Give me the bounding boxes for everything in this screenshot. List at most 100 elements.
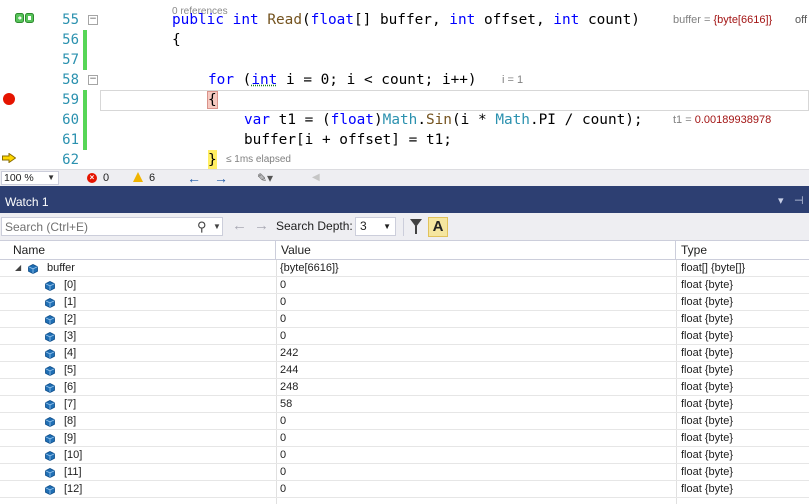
watch-name-cell[interactable]: [10]: [0, 447, 276, 464]
watch-type-cell: float {byte}: [681, 449, 733, 461]
chevron-down-icon[interactable]: ▼: [213, 219, 221, 234]
code-text[interactable]: {: [172, 30, 181, 50]
watch-value-cell[interactable]: 0: [280, 311, 674, 328]
search-next-icon[interactable]: →: [254, 217, 269, 235]
pin-icon[interactable]: ⊣: [794, 193, 804, 209]
watch-value-cell[interactable]: 0: [280, 413, 674, 430]
table-row[interactable]: [7] 58 float {byte}: [0, 396, 809, 413]
navigate-forward-icon[interactable]: →: [214, 170, 228, 186]
watch-search-box[interactable]: ⚲ ▼: [1, 217, 223, 236]
datatip-buffer[interactable]: buffer = {byte[6616]}: [673, 10, 772, 30]
hexadecimal-display-button[interactable]: A: [428, 217, 448, 237]
scroll-left-icon[interactable]: ◀: [312, 170, 320, 186]
code-text[interactable]: buffer[i + offset] = t1;: [244, 130, 452, 150]
watch-value-cell[interactable]: 244: [280, 362, 674, 379]
perf-tip-elapsed[interactable]: ≤ 1ms elapsed: [226, 150, 291, 169]
search-depth-select[interactable]: 3 ▼: [355, 217, 396, 236]
watch-value-cell[interactable]: {byte[6616]}: [280, 260, 674, 277]
table-row[interactable]: [8] 0 float {byte}: [0, 413, 809, 430]
table-row[interactable]: [11] 0 float {byte}: [0, 464, 809, 481]
watch-name-cell[interactable]: [11]: [0, 464, 276, 481]
search-previous-icon[interactable]: ←: [232, 217, 247, 235]
watch-value-cell[interactable]: 0: [280, 328, 674, 345]
watch-name-cell[interactable]: [9]: [0, 430, 276, 447]
watch-value-cell[interactable]: 0: [280, 430, 674, 447]
datatip-t1[interactable]: t1 = 0.00189938978: [673, 110, 771, 130]
watch-value-cell[interactable]: 0: [280, 277, 674, 294]
table-row[interactable]: [4] 242 float {byte}: [0, 345, 809, 362]
code-line-61[interactable]: 61 buffer[i + offset] = t1;: [0, 130, 809, 150]
error-count[interactable]: 0: [103, 171, 109, 185]
code-line-60[interactable]: 60 var t1 = (float)Math.Sin(i * Math.PI …: [0, 110, 809, 130]
table-row[interactable]: [0] 0 float {byte}: [0, 277, 809, 294]
watch-grid[interactable]: Name Value Type ◢ buffer {byte[6616]} float…: [0, 241, 809, 504]
datatip-i[interactable]: i = 1: [502, 70, 523, 90]
code-line-59[interactable]: 59 {: [0, 90, 809, 110]
instruction-pointer-icon[interactable]: [2, 153, 16, 163]
watch-name-cell[interactable]: ◢ buffer: [0, 260, 276, 277]
table-row[interactable]: [12] 0 float {byte}: [0, 481, 809, 498]
watch-value-cell[interactable]: 58: [280, 396, 674, 413]
watch-name-cell[interactable]: [6]: [0, 379, 276, 396]
collapse-icon[interactable]: −: [88, 75, 98, 85]
table-row[interactable]: [1] 0 float {byte}: [0, 294, 809, 311]
error-icon[interactable]: ×: [87, 173, 97, 183]
breakpoint-icon[interactable]: [3, 93, 15, 105]
code-text[interactable]: for (int i = 0; i < count; i++): [208, 70, 477, 90]
collapse-icon[interactable]: −: [88, 15, 98, 25]
warning-count[interactable]: 6: [149, 171, 155, 185]
code-line-55[interactable]: 0 references 55 − public int Read(float[…: [0, 6, 809, 30]
watch-window-title: Watch 1: [5, 195, 49, 209]
table-row[interactable]: [5] 244 float {byte}: [0, 362, 809, 379]
column-header-type[interactable]: Type: [676, 241, 809, 260]
watch-name-cell[interactable]: [1]: [0, 294, 276, 311]
table-row[interactable]: [3] 0 float {byte}: [0, 328, 809, 345]
watch-name-cell[interactable]: [3]: [0, 328, 276, 345]
search-input[interactable]: [5, 219, 185, 234]
code-text[interactable]: var t1 = (float)Math.Sin(i * Math.PI / c…: [244, 110, 643, 130]
datatip-offset-truncated[interactable]: off: [795, 10, 807, 30]
watch-value-cell[interactable]: 248: [280, 379, 674, 396]
column-header-value[interactable]: Value: [276, 241, 676, 260]
table-row[interactable]: ◢ buffer {byte[6616]} float[] {byte[]}: [0, 260, 809, 277]
watch-name-cell[interactable]: [2]: [0, 311, 276, 328]
filter-icon[interactable]: [410, 219, 422, 234]
code-text[interactable]: {: [207, 90, 218, 110]
code-line-57[interactable]: 57: [0, 50, 809, 70]
expand-collapse-icon[interactable]: ◢: [15, 261, 21, 275]
zoom-select[interactable]: 100 % ▼: [1, 171, 59, 185]
column-header-name[interactable]: Name: [8, 241, 276, 260]
watch-name-cell[interactable]: [0]: [0, 277, 276, 294]
code-line-58[interactable]: 58 − for (int i = 0; i < count; i++) i =…: [0, 70, 809, 90]
watch-value-cell[interactable]: 0: [280, 447, 674, 464]
code-line-62[interactable]: 62 } ≤ 1ms elapsed: [0, 150, 809, 169]
watch-value-cell[interactable]: 0: [280, 464, 674, 481]
watch-value-cell[interactable]: 0: [280, 294, 674, 311]
code-cleanup-icon[interactable]: ✎▾: [257, 170, 273, 186]
table-row[interactable]: [9] 0 float {byte}: [0, 430, 809, 447]
table-row[interactable]: [6] 248 float {byte}: [0, 379, 809, 396]
code-editor[interactable]: 0 references 55 − public int Read(float[…: [0, 0, 809, 169]
variable-name: [8]: [64, 415, 77, 427]
search-icon[interactable]: ⚲: [197, 218, 207, 235]
table-row[interactable]: [10] 0 float {byte}: [0, 447, 809, 464]
code-text[interactable]: }: [208, 150, 217, 169]
watch-value-cell[interactable]: 0: [280, 481, 674, 498]
watch-name-cell[interactable]: [4]: [0, 345, 276, 362]
watch-name-cell[interactable]: [8]: [0, 413, 276, 430]
watch-type-cell: float {byte}: [681, 381, 733, 393]
watch-name-cell[interactable]: [5]: [0, 362, 276, 379]
watch-window-title-bar[interactable]: Watch 1 ▾ ⊣: [0, 186, 809, 213]
warning-icon[interactable]: [133, 172, 143, 182]
code-line-56[interactable]: 56 {: [0, 30, 809, 50]
watch-name-cell[interactable]: [7]: [0, 396, 276, 413]
variable-name: [12]: [64, 483, 83, 495]
navigate-back-icon[interactable]: ←: [187, 170, 201, 186]
window-options-icon[interactable]: ▾: [778, 193, 784, 209]
change-bar: [83, 130, 87, 150]
variable-icon: [45, 382, 55, 393]
table-row[interactable]: [2] 0 float {byte}: [0, 311, 809, 328]
watch-name-cell[interactable]: [12]: [0, 481, 276, 498]
code-text[interactable]: public int Read(float[] buffer, int offs…: [172, 10, 640, 30]
watch-value-cell[interactable]: 242: [280, 345, 674, 362]
